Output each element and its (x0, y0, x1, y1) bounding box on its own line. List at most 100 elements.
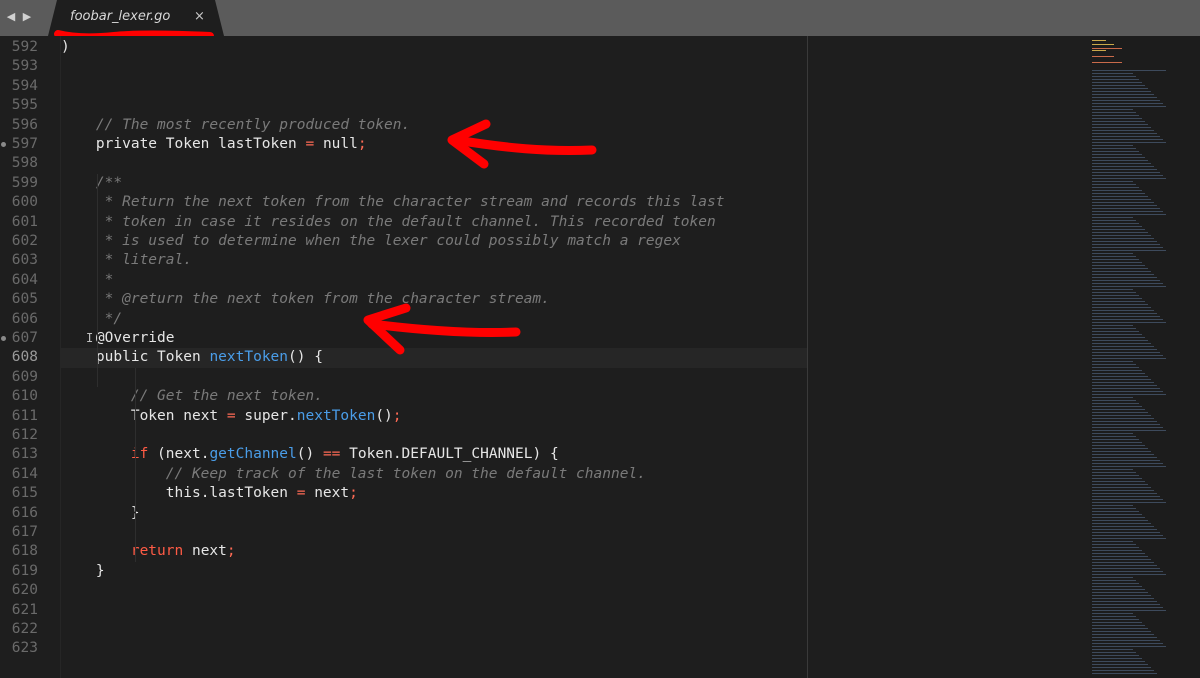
minimap-line (1092, 334, 1142, 335)
code-line[interactable]: * (61, 271, 114, 290)
minimap[interactable] (1090, 36, 1200, 678)
minimap-line (1092, 406, 1142, 407)
minimap-line (1092, 184, 1136, 185)
minimap-line (1092, 667, 1151, 668)
code-line[interactable]: // Keep track of the last token on the d… (61, 465, 646, 484)
minimap-line (1092, 511, 1139, 512)
minimap-line (1092, 574, 1166, 575)
minimap-line (1092, 292, 1136, 293)
minimap-line (1092, 316, 1160, 317)
line-number-gutter: 592 593 594 595 596 597 598 599 600 601 602 603 604 6… (0, 36, 61, 678)
code-line[interactable]: } (61, 562, 105, 581)
minimap-line (1092, 421, 1157, 422)
minimap-line (1092, 112, 1136, 113)
code-line[interactable]: * token in case it resides on the defaul… (61, 213, 716, 232)
minimap-line (1092, 496, 1160, 497)
minimap-line (1092, 370, 1142, 371)
minimap-line (1092, 616, 1136, 617)
code-line[interactable]: Token next = super.nextToken(); (61, 407, 402, 426)
minimap-line (1092, 97, 1157, 98)
code-line[interactable]: @Override (61, 329, 175, 348)
line-number: 622 (11, 621, 38, 637)
minimap-line (1092, 280, 1160, 281)
minimap-line (1092, 40, 1106, 41)
minimap-line (1092, 571, 1163, 572)
line-number: 604 (11, 271, 38, 288)
triangle-left-icon[interactable]: ◀ (4, 9, 18, 25)
line-number: 613 (11, 446, 38, 463)
minimap-line (1092, 142, 1166, 143)
code-line[interactable]: */ (61, 310, 122, 329)
line-number: 608 (11, 349, 38, 366)
minimap-line (1092, 652, 1136, 653)
code-line[interactable]: /** (61, 174, 122, 193)
code-area[interactable]: ) // The most recently produced token. p… (61, 36, 808, 678)
minimap-line (1092, 517, 1145, 518)
tab-active-file[interactable]: foobar_lexer.go × (48, 0, 224, 36)
minimap-line (1092, 56, 1114, 57)
minimap-line (1092, 391, 1163, 392)
minimap-line (1092, 160, 1148, 161)
line-number: 614 (11, 465, 38, 482)
code-line[interactable]: // Get the next token. (61, 387, 323, 406)
empty-editor-pane (808, 36, 1090, 678)
minimap-line (1092, 295, 1139, 296)
minimap-line (1092, 670, 1154, 671)
minimap-line (1092, 178, 1166, 179)
minimap-line (1092, 328, 1136, 329)
minimap-line (1092, 223, 1139, 224)
minimap-line (1092, 157, 1145, 158)
line-number: 606 (11, 310, 38, 327)
code-line[interactable]: public Token nextToken() { (61, 348, 323, 367)
code-line[interactable]: return next; (61, 542, 236, 561)
minimap-line (1092, 298, 1142, 299)
close-icon[interactable]: × (194, 9, 205, 24)
code-line[interactable]: ) (61, 38, 70, 57)
minimap-line (1092, 265, 1145, 266)
minimap-line (1092, 646, 1166, 647)
minimap-line (1092, 412, 1148, 413)
minimap-line (1092, 661, 1145, 662)
minimap-line (1092, 409, 1145, 410)
minimap-line (1092, 304, 1148, 305)
minimap-line (1092, 232, 1148, 233)
minimap-line (1092, 196, 1148, 197)
minimap-line (1092, 550, 1142, 551)
minimap-line (1092, 445, 1145, 446)
line-number: 600 (11, 194, 38, 211)
minimap-line (1092, 44, 1114, 45)
minimap-line (1092, 439, 1139, 440)
code-line[interactable]: * @return the next token from the charac… (61, 290, 550, 309)
minimap-line (1092, 589, 1145, 590)
code-line[interactable]: this.lastToken = next; (61, 484, 358, 503)
line-number: 601 (11, 213, 38, 230)
minimap-line (1092, 205, 1157, 206)
code-line[interactable]: * Return the next token from the charact… (61, 193, 725, 212)
minimap-line (1092, 559, 1151, 560)
minimap-line (1092, 538, 1166, 539)
line-number: 616 (11, 504, 38, 521)
minimap-line (1092, 415, 1151, 416)
line-number: 611 (11, 407, 38, 424)
line-number: 610 (11, 388, 38, 405)
code-line[interactable]: // The most recently produced token. (61, 116, 410, 135)
indent-guide (135, 367, 136, 562)
triangle-right-icon[interactable]: ▶ (20, 9, 34, 25)
minimap-line (1092, 343, 1151, 344)
code-line[interactable]: } (61, 504, 140, 523)
minimap-line (1092, 619, 1139, 620)
minimap-line (1092, 664, 1148, 665)
minimap-line (1092, 460, 1160, 461)
minimap-line (1092, 508, 1136, 509)
code-line[interactable]: private Token lastToken = null; (61, 135, 367, 154)
minimap-line (1092, 547, 1139, 548)
minimap-line (1092, 127, 1151, 128)
minimap-line (1092, 586, 1142, 587)
minimap-line (1092, 379, 1151, 380)
line-number: 619 (11, 562, 38, 579)
minimap-line (1092, 388, 1160, 389)
minimap-line (1092, 481, 1145, 482)
line-number: 623 (11, 640, 38, 657)
code-line[interactable]: * literal. (61, 251, 192, 270)
code-line[interactable]: * is used to determine when the lexer co… (61, 232, 681, 251)
